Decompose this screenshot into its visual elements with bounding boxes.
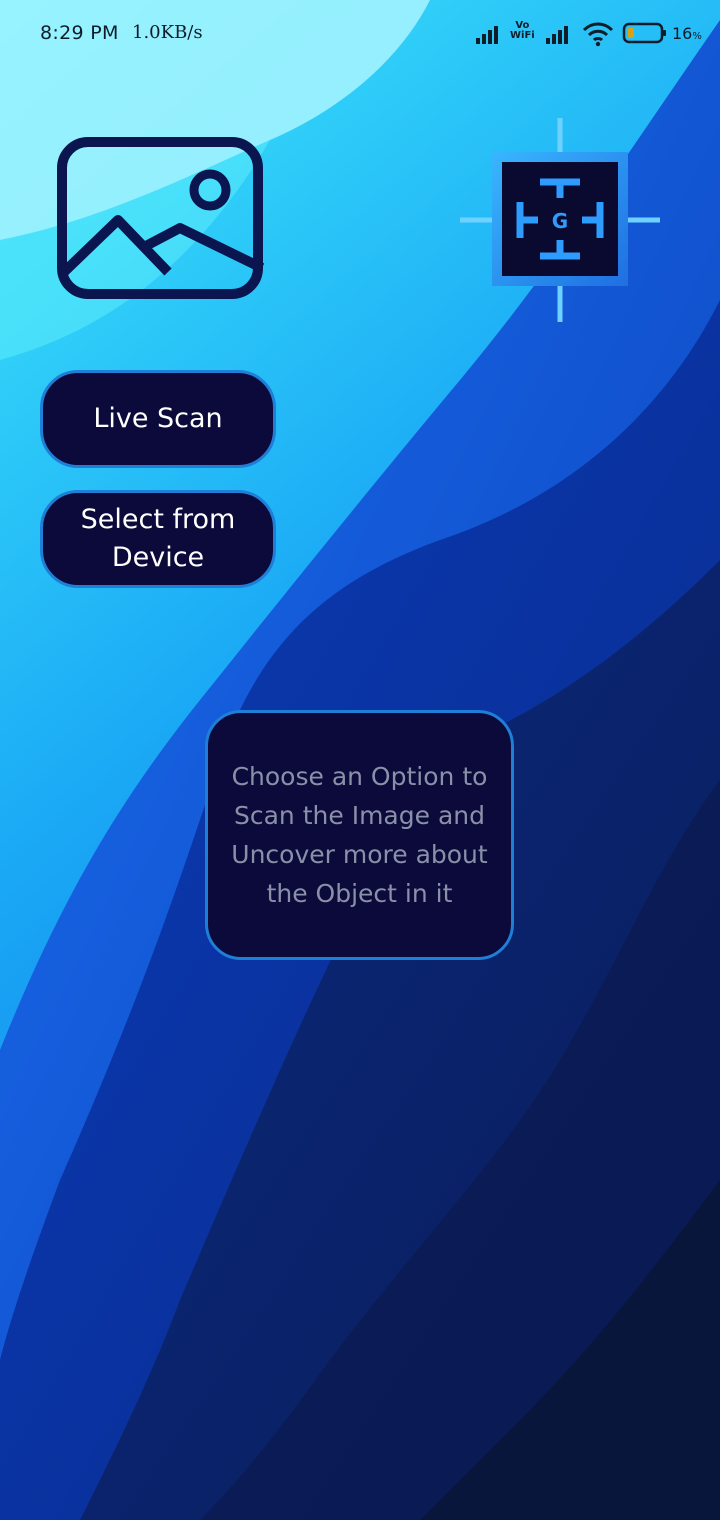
live-scan-button[interactable]: Live Scan <box>40 370 276 468</box>
info-message-text: Choose an Option to Scan the Image and U… <box>231 762 488 908</box>
vowifi-icon: Vo WiFi <box>510 21 535 41</box>
network-speed: 1.0KB/s <box>132 22 203 43</box>
status-icons: Vo WiFi 16% <box>474 20 714 50</box>
wifi-icon <box>582 22 614 47</box>
vowifi-bottom: WiFi <box>510 30 535 41</box>
status-bar: 8:29 PM 1.0KB/s Vo WiFi 16% <box>0 0 720 70</box>
scanner-logo-icon: G <box>460 118 660 322</box>
signal-icon <box>546 26 568 44</box>
status-time: 8:29 PM <box>40 22 119 44</box>
battery-percent: 16% <box>672 24 702 43</box>
info-message-box: Choose an Option to Scan the Image and U… <box>205 710 514 960</box>
select-from-device-button[interactable]: Select from Device <box>40 490 276 588</box>
signal-icon <box>476 26 498 44</box>
battery-icon <box>622 22 666 44</box>
logo-letter: G <box>552 209 568 233</box>
image-gallery-icon[interactable] <box>56 136 268 304</box>
